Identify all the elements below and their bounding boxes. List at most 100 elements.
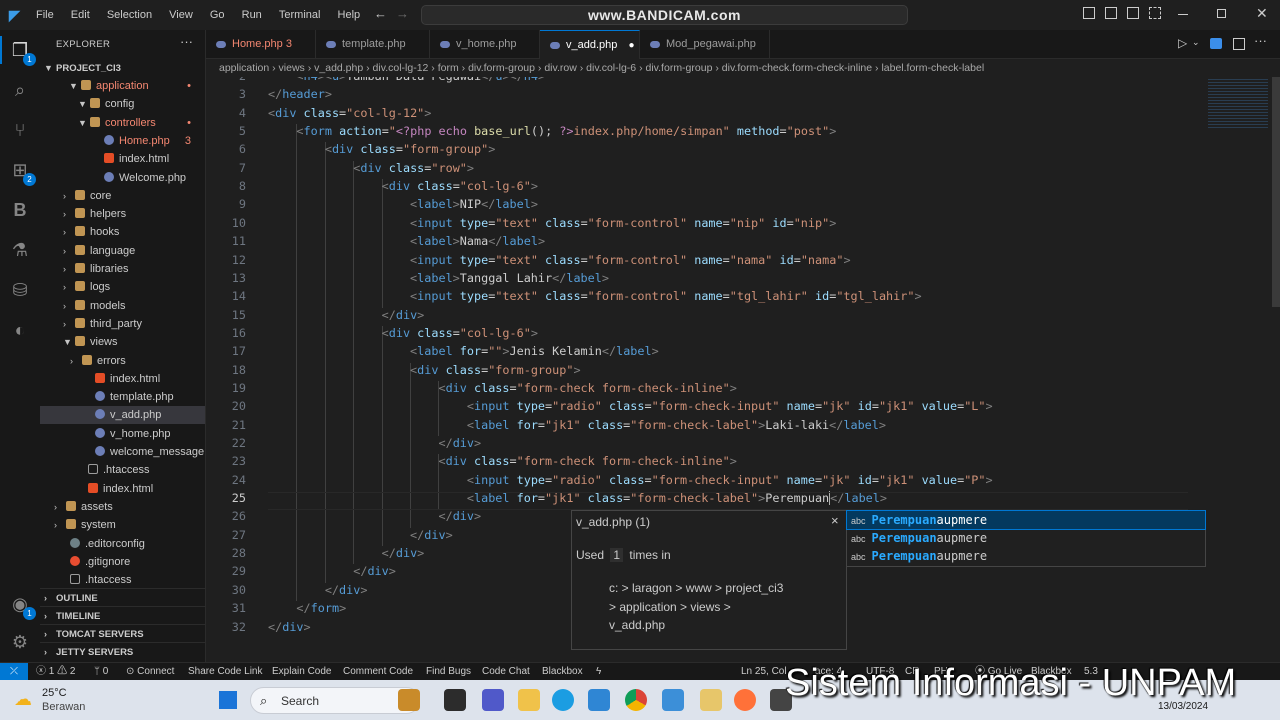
weather-icon[interactable]: ☁ [14, 689, 32, 710]
breadcrumb-item[interactable]: label.form-check-label [881, 62, 984, 74]
code-line[interactable]: <input type="radio" class="form-check-in… [268, 399, 993, 413]
forward-arrow-icon[interactable]: → [396, 6, 409, 21]
explorer-more-icon[interactable]: ··· [180, 34, 193, 49]
hover-close-icon[interactable]: × [831, 513, 839, 528]
menu-run[interactable]: Run [242, 0, 262, 30]
breadcrumb-item[interactable]: v_add.php [314, 62, 363, 74]
tree-item-models-folder[interactable]: › models [40, 297, 205, 315]
code-line[interactable]: <input type="radio" class="form-check-in… [268, 473, 993, 487]
tree-item-welcome-php-file[interactable]: Welcome.php [40, 169, 205, 187]
tree-item-application-htaccess-file[interactable]: .htaccess [40, 461, 205, 479]
teams-icon[interactable] [482, 689, 504, 711]
breadcrumb-item[interactable]: div.form-group [468, 62, 535, 74]
tree-item-third-party-folder[interactable]: › third_party [40, 315, 205, 333]
code-line[interactable]: </div> [268, 436, 481, 450]
folder-icon[interactable] [700, 689, 722, 711]
close-window-icon[interactable]: ✕ [1256, 5, 1268, 22]
explorer-icon[interactable]: ❐ 1 [8, 38, 36, 66]
code-line[interactable]: <div class="form-group"> [268, 363, 581, 377]
code-line[interactable]: <form action="<?php echo base_url(); ?>i… [268, 124, 836, 138]
breadcrumb-item[interactable]: div.row [544, 62, 576, 74]
jetty-servers-section[interactable]: › JETTY SERVERS [40, 642, 206, 660]
toggle-sidebar-icon[interactable] [1083, 7, 1095, 19]
tab-mod-pegawai-php[interactable]: Mod_pegawai.php [640, 30, 770, 59]
menu-go[interactable]: Go [210, 0, 225, 30]
split-editor-icon[interactable] [1233, 38, 1245, 50]
breadcrumb-item[interactable]: div.form-group [646, 62, 713, 74]
tree-item-editorconfig-file[interactable]: .editorconfig [40, 535, 205, 553]
breadcrumb-item[interactable]: views [279, 62, 305, 74]
code-line[interactable]: <label>Tanggal Lahir</label> [268, 271, 609, 285]
vertical-scrollbar[interactable] [1272, 77, 1280, 307]
vscode-taskbar-icon[interactable] [588, 689, 610, 711]
tree-item-index-html-file[interactable]: index.html [40, 150, 205, 168]
tree-item-template-php-file[interactable]: template.php [40, 388, 205, 406]
hover-path-line-3[interactable]: v_add.php [609, 618, 665, 632]
code-line[interactable]: <label for="jk1" class="form-check-label… [268, 418, 886, 432]
code-line[interactable]: <h4><u>Tambah Data Pegawai</u></h4> [268, 77, 545, 83]
explain-code-button[interactable]: Explain Code [272, 663, 331, 680]
code-line[interactable]: <div class="form-group"> [268, 142, 496, 156]
briefcase-icon[interactable] [398, 689, 420, 711]
tree-item-application-index-html-file[interactable]: index.html [40, 480, 205, 498]
minimap[interactable] [1200, 77, 1280, 137]
lightning-icon[interactable]: ϟ [596, 663, 601, 680]
breadcrumb-item[interactable]: div.col-lg-6 [586, 62, 636, 74]
remote-explorer-icon[interactable]: ◐ [8, 318, 32, 342]
connect-button[interactable]: ⊙ Connect [126, 663, 174, 680]
outline-section[interactable]: › OUTLINE [40, 588, 206, 606]
tree-item-controllers-folder[interactable]: ▼ controllers • [40, 114, 205, 132]
source-control-icon[interactable]: ⑂ [8, 118, 32, 142]
tab-v-home-php[interactable]: v_home.php [430, 30, 540, 59]
menu-view[interactable]: View [169, 0, 193, 30]
run-icon[interactable]: ▷ [1178, 36, 1187, 50]
cursor-position[interactable]: Ln 25, Col [741, 663, 787, 680]
edge-icon[interactable] [552, 689, 574, 711]
code-line[interactable]: </div> [268, 620, 311, 634]
testing-icon[interactable]: ⚗ [8, 238, 32, 262]
code-line[interactable]: <div class="col-lg-12"> [268, 106, 431, 120]
toggle-secondary-sidebar-icon[interactable] [1127, 7, 1139, 19]
menu-edit[interactable]: Edit [71, 0, 90, 30]
code-line[interactable]: <div class="form-check form-check-inline… [268, 381, 736, 395]
code-line[interactable]: <input type="text" class="form-control" … [268, 289, 922, 303]
menu-terminal[interactable]: Terminal [279, 0, 321, 30]
code-line[interactable]: <label>Nama</label> [268, 234, 545, 248]
suggestion-item[interactable]: abc Perempuanaupmere [846, 510, 1206, 530]
tree-item-errors-folder[interactable]: › errors [40, 352, 205, 370]
breadcrumb-item[interactable]: div.form-check.form-check-inline [722, 62, 872, 74]
code-line[interactable]: <label for="">Jenis Kelamin</label> [268, 344, 659, 358]
tab-home-php[interactable]: Home.php 3 [206, 30, 316, 59]
command-center-search[interactable]: www.BANDICAM.com [421, 5, 908, 25]
tree-item-system-folder[interactable]: › system [40, 516, 205, 534]
timeline-section[interactable]: › TIMELINE [40, 606, 206, 624]
blackbox-button[interactable]: Blackbox [542, 663, 583, 680]
code-line[interactable]: </header> [268, 87, 332, 101]
tree-item-views-folder[interactable]: ▼ views [40, 333, 205, 351]
tree-item-language-folder[interactable]: › language [40, 242, 205, 260]
tree-item-welcome-message-php-file[interactable]: welcome_message.... [40, 443, 205, 461]
code-line[interactable]: </div> [268, 564, 396, 578]
code-line[interactable]: <div class="form-check form-check-inline… [268, 454, 736, 468]
tree-item-v-add-php-file[interactable]: v_add.php [40, 406, 205, 425]
share-code-link-button[interactable]: Share Code Link [188, 663, 263, 680]
tree-item-home-php-file[interactable]: Home.php 3 [40, 132, 205, 150]
code-line[interactable]: <input type="text" class="form-control" … [268, 253, 851, 267]
search-icon[interactable]: ⌕ [8, 78, 32, 102]
ports-indicator[interactable]: ᛘ 0 [94, 663, 108, 680]
breadcrumb-item[interactable]: application [219, 62, 269, 74]
settings-gear-icon[interactable]: ⚙ [8, 630, 32, 654]
account-icon[interactable]: ◉ 1 [8, 592, 36, 620]
code-line[interactable]: <div class="col-lg-6"> [268, 326, 538, 340]
code-line[interactable]: <div class="col-lg-6"> [268, 179, 538, 193]
suggestion-item[interactable]: abc Perempuanaupmere [847, 547, 1205, 565]
tree-item-core-folder[interactable]: › core [40, 187, 205, 205]
task-view-icon[interactable] [444, 689, 466, 711]
tree-item-v-home-php-file[interactable]: v_home.php [40, 425, 205, 443]
windows-start-icon[interactable] [218, 690, 238, 710]
find-bugs-button[interactable]: Find Bugs [426, 663, 471, 680]
menu-help[interactable]: Help [338, 0, 361, 30]
code-line[interactable]: </div> [268, 308, 425, 322]
tree-item-helpers-folder[interactable]: › helpers [40, 205, 205, 223]
suggestion-item[interactable]: abc Perempuanaupmere [847, 529, 1205, 547]
